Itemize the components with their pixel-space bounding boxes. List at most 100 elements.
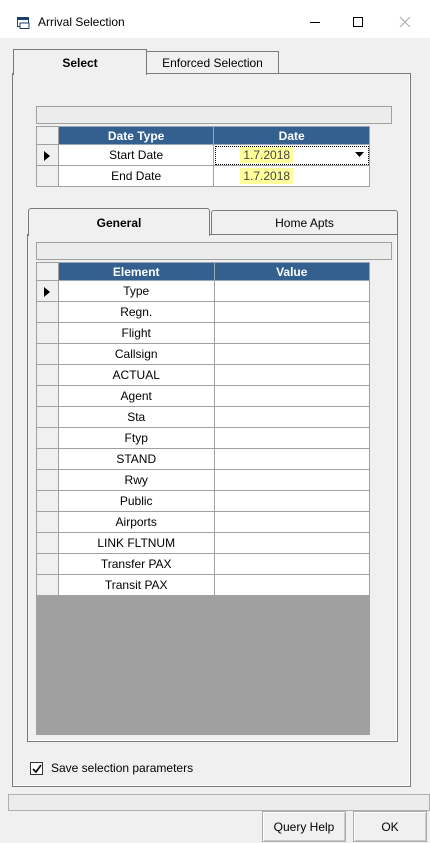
tab-select[interactable]: Select [13,49,147,75]
start-date-value: 1.7.2018 [240,147,294,163]
value-cell[interactable] [213,448,370,470]
row-selector[interactable] [36,448,59,470]
value-cell[interactable] [213,532,370,554]
date-grid-caption [36,106,392,124]
tab-select-label: Select [62,55,98,70]
row-selector[interactable] [36,144,59,166]
maximize-button[interactable] [335,8,381,36]
table-row[interactable]: Type [36,280,370,302]
value-cell[interactable] [213,280,370,302]
save-params-checkbox[interactable] [30,762,43,775]
tab-enforced-selection[interactable]: Enforced Selection [146,51,279,73]
date-type-cell[interactable]: End Date [57,165,215,187]
end-date-cell[interactable]: 1.7.2018 [213,165,370,187]
value-cell[interactable] [213,406,370,428]
element-cell[interactable]: Callsign [57,343,215,365]
tab-general[interactable]: General [28,208,210,236]
table-row[interactable]: Airports [36,511,370,533]
row-selector[interactable] [36,553,59,575]
value-cell[interactable] [213,469,370,491]
query-help-button[interactable]: Query Help [262,811,346,842]
row-selector[interactable] [36,406,59,428]
table-row[interactable]: Ftyp [36,427,370,449]
table-row[interactable]: Transfer PAX [36,553,370,575]
close-button[interactable] [382,8,428,36]
date-row-end[interactable]: End Date 1.7.2018 [36,165,370,187]
row-selector[interactable] [36,280,59,302]
row-selector[interactable] [36,322,59,344]
element-cell[interactable]: Sta [57,406,215,428]
element-cell[interactable]: Agent [57,385,215,407]
minimize-icon [310,22,320,23]
table-row[interactable]: LINK FLTNUM [36,532,370,554]
element-cell[interactable]: LINK FLTNUM [57,532,215,554]
table-row[interactable]: Sta [36,406,370,428]
value-header: Value [213,262,370,281]
value-cell[interactable] [213,574,370,596]
row-selector[interactable] [36,490,59,512]
value-cell[interactable] [213,511,370,533]
row-selector[interactable] [36,364,59,386]
row-selector[interactable] [36,301,59,323]
start-date-cell[interactable]: 1.7.2018 [213,144,370,166]
row-selector[interactable] [36,385,59,407]
element-cell[interactable]: Transfer PAX [57,553,215,575]
element-cell[interactable]: Transit PAX [57,574,215,596]
row-selector[interactable] [36,469,59,491]
tab-home-apts[interactable]: Home Apts [211,210,398,234]
query-help-label: Query Help [273,819,335,834]
element-cell[interactable]: Rwy [57,469,215,491]
row-selector[interactable] [36,427,59,449]
checkmark-icon [31,764,42,773]
date-grid-corner [36,126,59,145]
tab-enforced-selection-label: Enforced Selection [162,55,263,70]
date-row-start[interactable]: Start Date 1.7.2018 [36,144,370,166]
date-type-header: Date Type [57,126,215,145]
status-bar [8,794,430,811]
element-cell[interactable]: Ftyp [57,427,215,449]
row-selector[interactable] [36,532,59,554]
table-row[interactable]: ACTUAL [36,364,370,386]
table-row[interactable]: STAND [36,448,370,470]
value-cell[interactable] [213,343,370,365]
value-cell[interactable] [213,301,370,323]
element-cell[interactable]: ACTUAL [57,364,215,386]
element-cell[interactable]: Regn. [57,301,215,323]
date-dropdown-button[interactable] [351,147,367,163]
maximize-icon [353,17,363,27]
table-row[interactable]: Flight [36,322,370,344]
window-title: Arrival Selection [38,15,125,29]
row-selector[interactable] [36,574,59,596]
ok-button[interactable]: OK [353,811,427,842]
table-row[interactable]: Public [36,490,370,512]
date-type-cell[interactable]: Start Date [57,144,215,166]
table-row[interactable]: Regn. [36,301,370,323]
element-cell[interactable]: Airports [57,511,215,533]
row-pointer-icon [44,286,51,297]
element-cell[interactable]: STAND [57,448,215,470]
row-selector[interactable] [36,343,59,365]
value-cell[interactable] [213,553,370,575]
element-grid: Element Value Type Regn. Flight Callsign ACT… [36,262,370,596]
table-row[interactable]: Callsign [36,343,370,365]
table-row[interactable]: Agent [36,385,370,407]
minimize-button[interactable] [292,8,338,36]
value-cell[interactable] [213,322,370,344]
value-cell[interactable] [213,364,370,386]
date-grid: Date Type Date Start Date 1.7.2018 End D… [36,126,370,187]
element-cell[interactable]: Type [57,280,215,302]
row-selector[interactable] [36,511,59,533]
value-cell[interactable] [213,385,370,407]
end-date-value: 1.7.2018 [240,168,294,184]
value-cell[interactable] [213,427,370,449]
element-cell[interactable]: Public [57,490,215,512]
close-icon [399,16,411,28]
row-selector[interactable] [36,165,59,187]
table-row[interactable]: Rwy [36,469,370,491]
element-cell[interactable]: Flight [57,322,215,344]
element-grid-caption [36,242,392,260]
save-params-label[interactable]: Save selection parameters [51,761,193,775]
tab-home-apts-label: Home Apts [275,215,334,230]
table-row[interactable]: Transit PAX [36,574,370,596]
value-cell[interactable] [213,490,370,512]
